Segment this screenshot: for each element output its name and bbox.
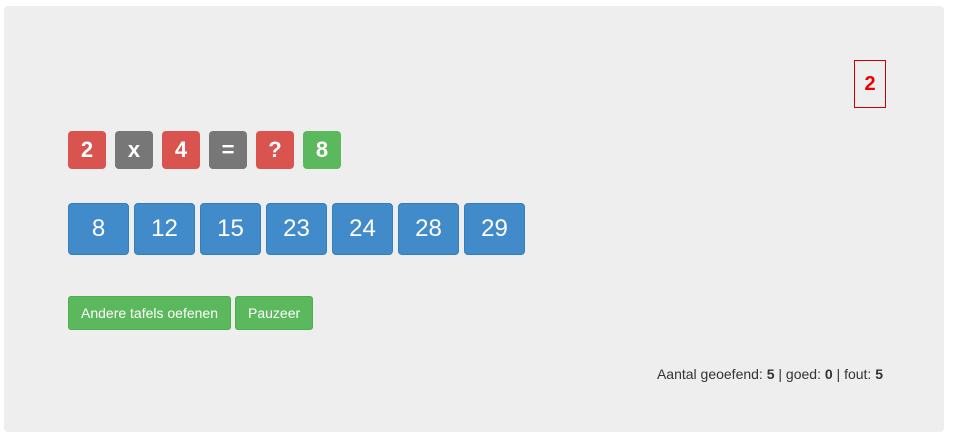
- answer-button[interactable]: 12: [134, 203, 195, 255]
- equation-row: 2 x 4 = ? 8: [68, 131, 341, 169]
- answer-button[interactable]: 8: [68, 203, 129, 255]
- answer-button[interactable]: 15: [200, 203, 261, 255]
- equation-unknown: ?: [256, 131, 294, 169]
- pause-button[interactable]: Pauzeer: [235, 296, 314, 330]
- answer-options: 8 12 15 23 24 28 29: [68, 203, 525, 255]
- practiced-label: Aantal geoefend:: [656, 366, 767, 382]
- action-buttons: Andere tafels oefenen Pauzeer: [68, 296, 314, 330]
- equation-operator-times: x: [115, 131, 153, 169]
- practice-other-tables-button[interactable]: Andere tafels oefenen: [68, 296, 231, 330]
- equation-correct-answer: 8: [303, 131, 341, 169]
- answer-button[interactable]: 23: [266, 203, 327, 255]
- practiced-count: 5: [766, 366, 775, 382]
- score-summary: Aantal geoefend: 5 | goed: 0 | fout: 5: [657, 366, 883, 382]
- good-label: | goed:: [774, 366, 825, 382]
- countdown-value: 2: [864, 72, 876, 95]
- answer-button[interactable]: 29: [464, 203, 525, 255]
- answer-button[interactable]: 28: [398, 203, 459, 255]
- wrong-label: | fout:: [832, 366, 876, 382]
- equation-factor-1: 2: [68, 131, 106, 169]
- equation-factor-2: 4: [162, 131, 200, 169]
- wrong-count: 5: [875, 366, 883, 382]
- good-count: 0: [824, 366, 833, 382]
- answer-button[interactable]: 24: [332, 203, 393, 255]
- equation-equals-sign: =: [209, 131, 247, 169]
- countdown-counter: 2: [854, 60, 886, 108]
